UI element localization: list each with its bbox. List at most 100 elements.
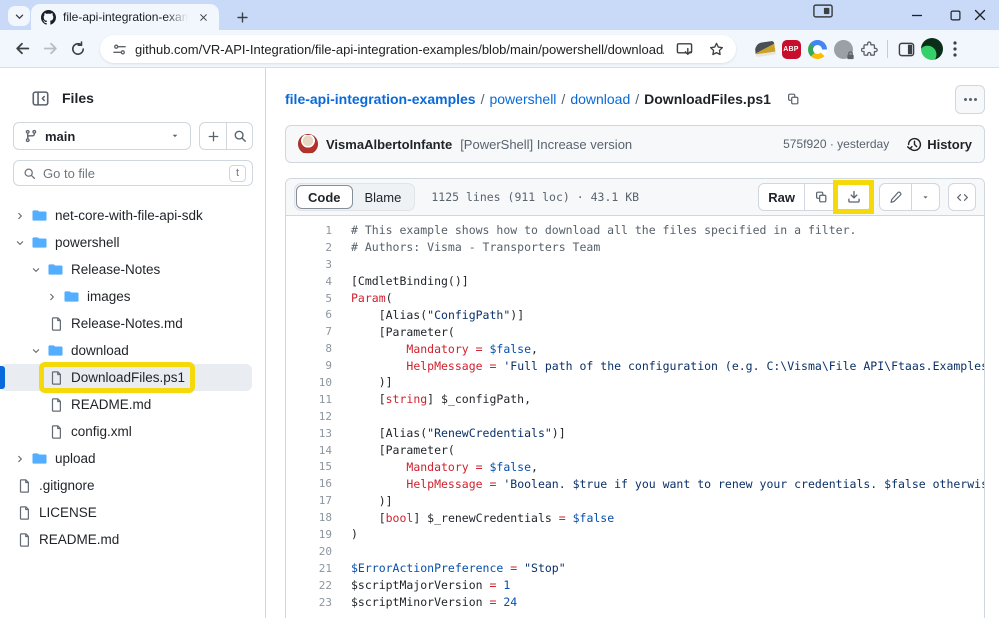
tree-item-readme-md[interactable]: README.md	[0, 391, 252, 418]
extension-compass-icon[interactable]	[804, 36, 830, 62]
line-number[interactable]: 12	[286, 410, 332, 423]
code-text: Mandatory = $false,	[351, 342, 538, 356]
line-number[interactable]: 10	[286, 376, 332, 389]
line-number[interactable]: 22	[286, 579, 332, 592]
code-tab[interactable]: Code	[296, 185, 353, 209]
blame-tab[interactable]: Blame	[353, 190, 414, 205]
symbols-button[interactable]	[948, 183, 976, 211]
tree-item-release-notes[interactable]: Release-Notes	[0, 256, 252, 283]
commit-author[interactable]: VismaAlbertoInfante	[326, 137, 452, 152]
address-bar[interactable]: github.com/VR-API-Integration/file-api-i…	[100, 35, 736, 63]
breadcrumb-link[interactable]: download	[570, 91, 630, 107]
chevron-right-icon[interactable]	[12, 211, 27, 221]
line-number[interactable]: 20	[286, 545, 332, 558]
edit-dropdown-button[interactable]	[911, 184, 939, 210]
bookmark-star-button[interactable]	[704, 37, 728, 61]
chevron-down-icon[interactable]	[28, 265, 43, 275]
history-button[interactable]: History	[907, 137, 972, 152]
download-raw-button[interactable]	[837, 184, 870, 210]
profile-avatar[interactable]	[919, 36, 945, 62]
more-options-button[interactable]	[955, 85, 985, 114]
code-line: 16 HelpMessage = 'Boolean. $true if you …	[286, 475, 984, 492]
line-number[interactable]: 17	[286, 494, 332, 507]
line-number[interactable]: 21	[286, 562, 332, 575]
tree-item-net-core-with-file-api-sdk[interactable]: net-core-with-file-api-sdk	[0, 202, 252, 229]
tree-item-config-xml[interactable]: config.xml	[0, 418, 252, 445]
history-label: History	[927, 137, 972, 152]
extensions-menu-button[interactable]	[856, 36, 882, 62]
line-number[interactable]: 4	[286, 275, 332, 288]
line-number[interactable]: 2	[286, 241, 332, 254]
raw-button[interactable]: Raw	[759, 184, 804, 210]
tree-item-downloadfiles-ps1[interactable]: DownloadFiles.ps1	[0, 364, 252, 391]
goto-file-input[interactable]: Go to file t	[13, 160, 253, 186]
line-number[interactable]: 1	[286, 224, 332, 237]
line-number[interactable]: 18	[286, 511, 332, 524]
browser-tab[interactable]: file-api-integration-examples/p	[31, 4, 219, 30]
branch-selector-button[interactable]: main	[13, 122, 191, 150]
file-icon	[17, 479, 31, 493]
line-number[interactable]: 6	[286, 308, 332, 321]
line-number[interactable]: 14	[286, 444, 332, 457]
line-number[interactable]: 3	[286, 258, 332, 271]
minimize-button[interactable]	[898, 0, 936, 30]
breadcrumb-link[interactable]: powershell	[489, 91, 556, 107]
tree-item--gitignore[interactable]: .gitignore	[0, 472, 252, 499]
tree-item-readme-md[interactable]: README.md	[0, 526, 252, 553]
copy-path-button[interactable]	[782, 88, 804, 110]
line-number[interactable]: 15	[286, 460, 332, 473]
forward-button[interactable]	[36, 35, 64, 63]
search-repo-button[interactable]	[226, 123, 252, 149]
tab-close-button[interactable]	[195, 9, 211, 25]
code-text: $ErrorActionPreference = "Stop"	[351, 561, 566, 575]
tree-item-download[interactable]: download	[0, 337, 252, 364]
extension-sneaker-icon[interactable]	[752, 36, 778, 62]
line-number[interactable]: 8	[286, 342, 332, 355]
code-line: 2# Authors: Visma - Transporters Team	[286, 239, 984, 256]
tree-item-license[interactable]: LICENSE	[0, 499, 252, 526]
edit-button[interactable]	[880, 184, 911, 210]
add-file-button[interactable]	[200, 123, 226, 149]
chevron-right-icon[interactable]	[44, 292, 59, 302]
tree-item-powershell[interactable]: powershell	[0, 229, 252, 256]
commit-author-avatar[interactable]	[298, 134, 318, 154]
line-number[interactable]: 13	[286, 427, 332, 440]
line-number[interactable]: 7	[286, 325, 332, 338]
breadcrumb-link[interactable]: file-api-integration-examples	[285, 91, 476, 107]
tree-item-images[interactable]: images	[0, 283, 252, 310]
back-button[interactable]	[8, 35, 36, 63]
line-number[interactable]: 23	[286, 596, 332, 609]
tree-item-label-wrap: upload	[27, 448, 101, 469]
file-view: file-api-integration-examples/powershell…	[285, 68, 985, 618]
tab-search-button[interactable]	[8, 6, 30, 26]
code-text: Mandatory = $false,	[351, 460, 538, 474]
line-number[interactable]: 9	[286, 359, 332, 372]
chevron-down-icon[interactable]	[28, 346, 43, 356]
commit-message[interactable]: [PowerShell] Increase version	[460, 137, 775, 152]
extension-adblock-icon[interactable]: ABP	[778, 36, 804, 62]
browser-menu-button[interactable]	[945, 36, 965, 62]
code-line: 9 HelpMessage = 'Full path of the config…	[286, 357, 984, 374]
code-line: 11 [string] $_configPath,	[286, 391, 984, 408]
reload-button[interactable]	[64, 35, 92, 63]
site-info-icon[interactable]	[112, 42, 127, 57]
copy-raw-button[interactable]	[804, 184, 837, 210]
window-close-button[interactable]	[961, 0, 999, 30]
line-number[interactable]: 11	[286, 393, 332, 406]
code-text: [bool] $_renewCredentials = $false	[351, 511, 614, 525]
tree-item-release-notes-md[interactable]: Release-Notes.md	[0, 310, 252, 337]
line-number[interactable]: 5	[286, 292, 332, 305]
code-line: 12	[286, 408, 984, 425]
side-panel-button[interactable]	[893, 36, 919, 62]
file-tree: net-core-with-file-api-sdkpowershellRele…	[0, 202, 252, 553]
media-controls-button[interactable]	[812, 3, 834, 19]
chevron-down-icon[interactable]	[12, 238, 27, 248]
collapse-file-tree-button[interactable]	[28, 86, 52, 110]
line-number[interactable]: 19	[286, 528, 332, 541]
chevron-right-icon[interactable]	[12, 454, 27, 464]
tree-item-upload[interactable]: upload	[0, 445, 252, 472]
line-number[interactable]: 16	[286, 477, 332, 490]
new-tab-button[interactable]	[232, 7, 252, 27]
send-to-devices-button[interactable]	[672, 37, 696, 61]
extension-lock-icon[interactable]	[830, 36, 856, 62]
